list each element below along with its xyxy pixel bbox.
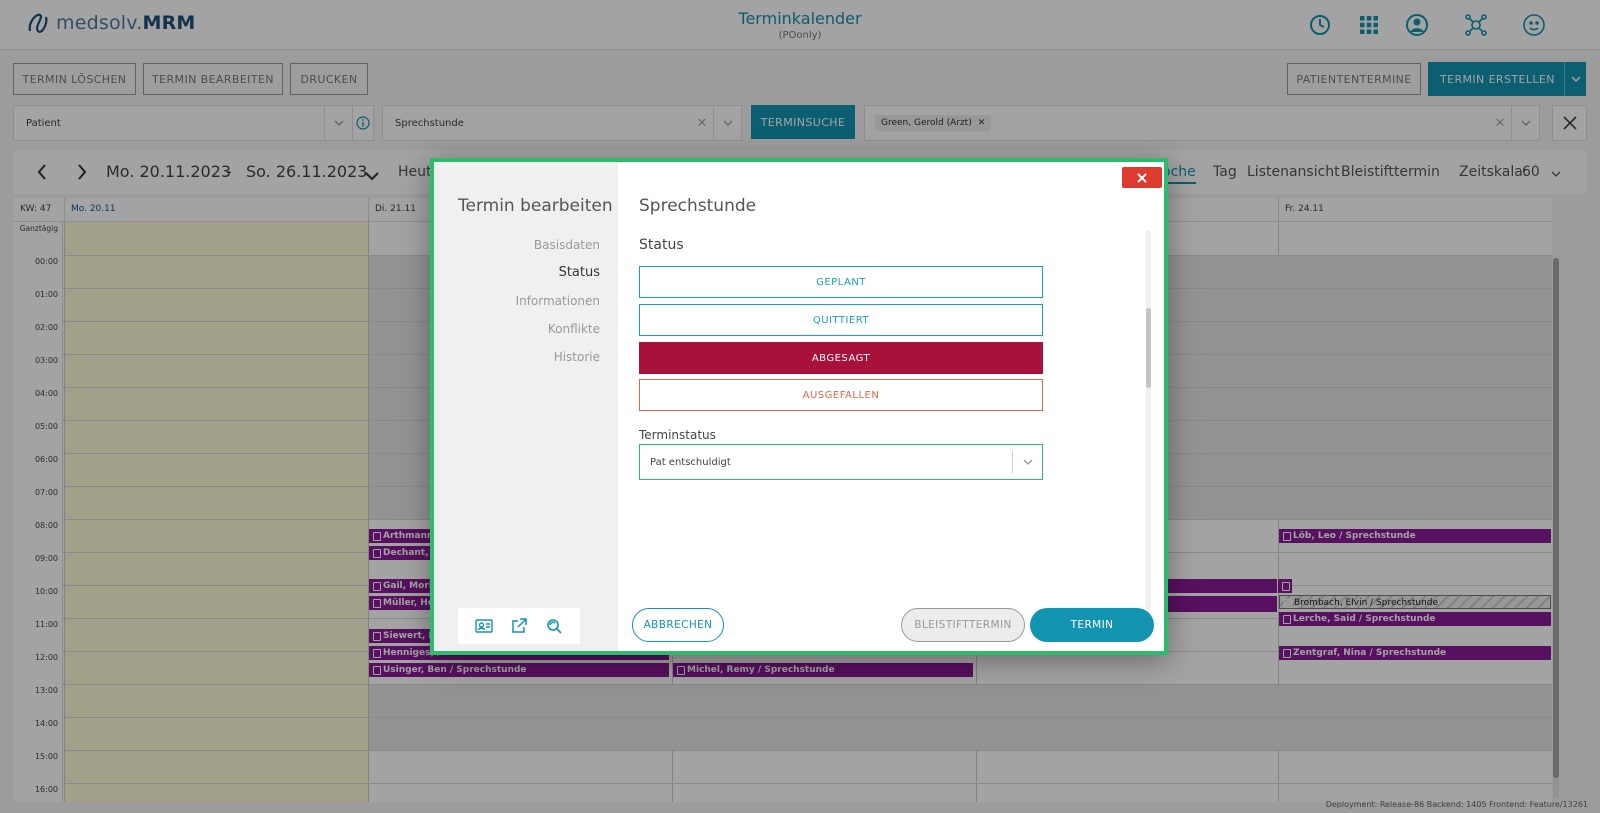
terminstatus-value: Pat entschuldigt: [650, 456, 731, 468]
dialog-nav-historie[interactable]: Historie: [554, 350, 600, 364]
cancel-button[interactable]: ABBRECHEN: [632, 608, 724, 642]
close-icon: [1137, 172, 1147, 183]
contact-card-icon[interactable]: [474, 616, 494, 636]
dialog-title: Termin bearbeiten: [458, 196, 613, 216]
status-section-title: Status: [639, 237, 684, 253]
status-quittiert-button[interactable]: QUITTIERT: [639, 304, 1043, 336]
edit-appointment-dialog: Termin bearbeiten Basisdaten Status Info…: [430, 158, 1168, 655]
dialog-nav-informationen[interactable]: Informationen: [516, 294, 600, 308]
dialog-nav-konflikte[interactable]: Konflikte: [548, 322, 600, 336]
external-link-icon[interactable]: [509, 616, 529, 636]
dialog-toolbar: [458, 608, 580, 644]
appointment-button[interactable]: TERMIN: [1030, 608, 1154, 642]
dialog-sidebar: Termin bearbeiten Basisdaten Status Info…: [434, 162, 618, 651]
terminstatus-label: Terminstatus: [639, 428, 716, 442]
dialog-nav-basisdaten[interactable]: Basisdaten: [534, 238, 600, 252]
status-abgesagt-button[interactable]: ABGESAGT: [639, 342, 1043, 374]
terminstatus-select[interactable]: Pat entschuldigt: [639, 444, 1043, 480]
close-dialog-button[interactable]: [1122, 167, 1162, 188]
pencil-appointment-button[interactable]: BLEISTIFTTERMIN: [901, 608, 1025, 642]
search-refresh-icon[interactable]: [544, 616, 564, 636]
status-ausgefallen-button[interactable]: AUSGEFALLEN: [639, 379, 1043, 411]
dialog-nav-status[interactable]: Status: [559, 265, 600, 280]
dialog-heading: Sprechstunde: [639, 196, 757, 216]
dialog-scrollbar[interactable]: [1146, 230, 1151, 610]
chevron-down-icon[interactable]: [1012, 451, 1042, 473]
status-geplant-button[interactable]: GEPLANT: [639, 266, 1043, 298]
